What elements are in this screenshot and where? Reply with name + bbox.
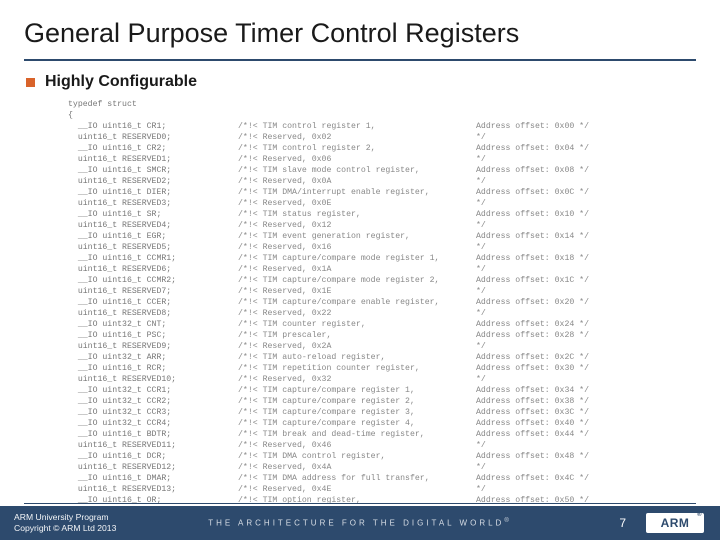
code-line: __IO uint16_t CCMR2;/*!< TIM capture/com… — [68, 275, 720, 286]
code-line: __IO uint32_t CCR4;/*!< TIM capture/comp… — [68, 418, 720, 429]
code-line: typedef struct — [68, 99, 720, 110]
slide-title: General Purpose Timer Control Registers — [24, 18, 696, 49]
code-line: uint16_t RESERVED8;/*!< Reserved, 0x22*/ — [68, 308, 720, 319]
page-number: 7 — [619, 516, 626, 530]
code-line: __IO uint16_t CR2;/*!< TIM control regis… — [68, 143, 720, 154]
code-block: typedef struct{ __IO uint16_t CR1;/*!< T… — [0, 97, 720, 528]
code-line: __IO uint16_t DCR;/*!< TIM DMA control r… — [68, 451, 720, 462]
code-line: __IO uint16_t DMAR;/*!< TIM DMA address … — [68, 473, 720, 484]
code-line: __IO uint32_t CCR1;/*!< TIM capture/comp… — [68, 385, 720, 396]
code-line: __IO uint32_t ARR;/*!< TIM auto-reload r… — [68, 352, 720, 363]
code-line: __IO uint16_t RCR;/*!< TIM repetition co… — [68, 363, 720, 374]
code-line: __IO uint16_t PSC;/*!< TIM prescaler,Add… — [68, 330, 720, 341]
code-line: __IO uint16_t BDTR;/*!< TIM break and de… — [68, 429, 720, 440]
code-line: __IO uint32_t CCR2;/*!< TIM capture/comp… — [68, 396, 720, 407]
code-line: { — [68, 110, 720, 121]
footer-bar: ARM University Program Copyright © ARM L… — [0, 506, 720, 540]
footer-attribution: ARM University Program Copyright © ARM L… — [0, 512, 116, 534]
bullet-square-icon — [26, 78, 35, 87]
code-line: uint16_t RESERVED9;/*!< Reserved, 0x2A*/ — [68, 341, 720, 352]
footer-line2: Copyright © ARM Ltd 2013 — [14, 523, 116, 534]
registered-icon: ® — [504, 518, 511, 524]
code-line: __IO uint16_t SMCR;/*!< TIM slave mode c… — [68, 165, 720, 176]
code-line: uint16_t RESERVED0;/*!< Reserved, 0x02*/ — [68, 132, 720, 143]
code-line: uint16_t RESERVED6;/*!< Reserved, 0x1A*/ — [68, 264, 720, 275]
footer-tagline: THE ARCHITECTURE FOR THE DIGITAL WORLD® — [208, 518, 512, 528]
code-line: uint16_t RESERVED2;/*!< Reserved, 0x0A*/ — [68, 176, 720, 187]
bullet-text: Highly Configurable — [45, 73, 197, 91]
code-line: __IO uint16_t EGR;/*!< TIM event generat… — [68, 231, 720, 242]
code-line: uint16_t RESERVED11;/*!< Reserved, 0x46*… — [68, 440, 720, 451]
code-line: uint16_t RESERVED1;/*!< Reserved, 0x06*/ — [68, 154, 720, 165]
code-line: __IO uint16_t SR;/*!< TIM status registe… — [68, 209, 720, 220]
footer-line1: ARM University Program — [14, 512, 116, 523]
slide: General Purpose Timer Control Registers … — [0, 0, 720, 540]
code-line: uint16_t RESERVED10;/*!< Reserved, 0x32*… — [68, 374, 720, 385]
code-line: __IO uint16_t CCMR1;/*!< TIM capture/com… — [68, 253, 720, 264]
code-line: uint16_t RESERVED13;/*!< Reserved, 0x4E*… — [68, 484, 720, 495]
footer-rule — [24, 503, 696, 505]
code-line: __IO uint16_t CR1;/*!< TIM control regis… — [68, 121, 720, 132]
code-line: uint16_t RESERVED12;/*!< Reserved, 0x4A*… — [68, 462, 720, 473]
bullet-item: Highly Configurable — [0, 61, 720, 97]
code-line: __IO uint16_t OR;/*!< TIM option registe… — [68, 495, 720, 506]
code-line: uint16_t RESERVED7;/*!< Reserved, 0x1E*/ — [68, 286, 720, 297]
arm-logo: ARM — [646, 513, 704, 533]
code-line: __IO uint32_t CCR3;/*!< TIM capture/comp… — [68, 407, 720, 418]
code-line: __IO uint16_t DIER;/*!< TIM DMA/interrup… — [68, 187, 720, 198]
code-line: __IO uint32_t CNT;/*!< TIM counter regis… — [68, 319, 720, 330]
code-line: uint16_t RESERVED3;/*!< Reserved, 0x0E*/ — [68, 198, 720, 209]
code-line: uint16_t RESERVED4;/*!< Reserved, 0x12*/ — [68, 220, 720, 231]
code-line: __IO uint16_t CCER;/*!< TIM capture/comp… — [68, 297, 720, 308]
code-line: uint16_t RESERVED5;/*!< Reserved, 0x16*/ — [68, 242, 720, 253]
title-area: General Purpose Timer Control Registers — [0, 0, 720, 53]
